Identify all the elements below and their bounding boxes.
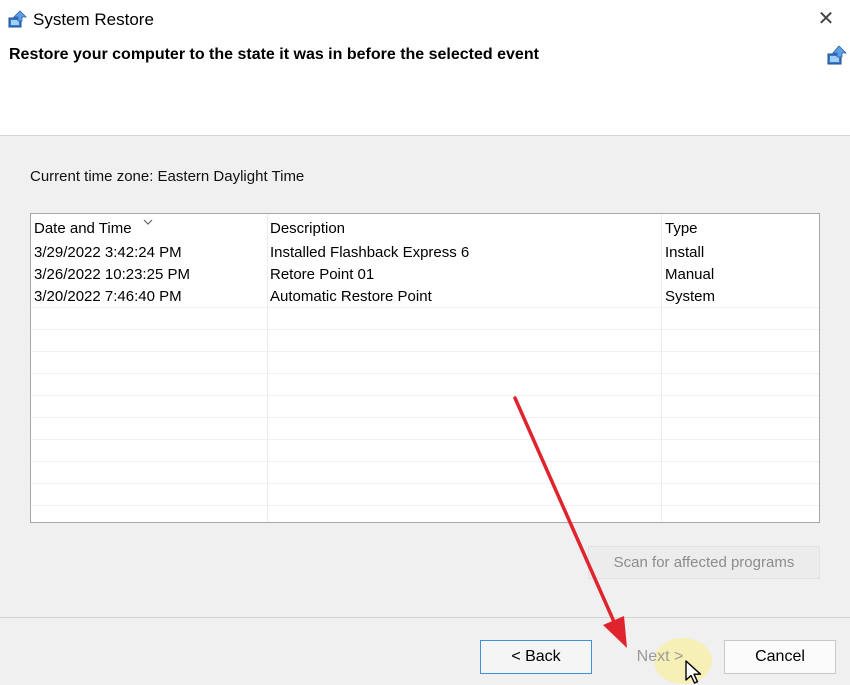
row-date: 3/20/2022 7:46:40 PM (34, 288, 182, 305)
row-date: 3/29/2022 3:42:24 PM (34, 244, 182, 261)
row-gridline (31, 439, 819, 440)
column-header-description[interactable]: Description (270, 220, 345, 237)
column-header-type[interactable]: Type (665, 220, 698, 237)
row-gridline (31, 373, 819, 374)
page-title: Restore your computer to the state it wa… (9, 46, 539, 63)
table-row[interactable]: 3/26/2022 10:23:25 PM Retore Point 01 Ma… (31, 263, 819, 285)
row-type: Install (665, 244, 705, 261)
window-title: System Restore (33, 10, 154, 29)
system-restore-icon (8, 10, 27, 28)
column-header-date[interactable]: Date and Time (34, 220, 132, 237)
mouse-pointer-icon (685, 660, 702, 684)
row-gridline (31, 461, 819, 462)
wizard-header: Restore your computer to the state it wa… (0, 40, 850, 136)
restore-points-list[interactable]: Date and Time Description Type 3/29/2022… (30, 213, 820, 523)
close-icon: ✕ (817, 8, 835, 30)
row-gridline (31, 395, 819, 396)
wizard-footer (0, 618, 850, 685)
title-bar: System Restore ✕ (0, 0, 850, 40)
cancel-button[interactable]: Cancel (724, 640, 836, 674)
row-gridline (31, 351, 819, 352)
system-restore-icon (827, 45, 847, 65)
row-date: 3/26/2022 10:23:25 PM (34, 266, 190, 283)
row-gridline (31, 417, 819, 418)
row-description: Retore Point 01 (270, 266, 375, 283)
row-gridline (31, 329, 819, 330)
row-gridline (31, 307, 819, 308)
row-gridline (31, 483, 819, 484)
close-button[interactable]: ✕ (808, 4, 844, 34)
timezone-label: Current time zone: Eastern Daylight Time (30, 168, 305, 185)
row-gridline (31, 505, 819, 506)
row-description: Automatic Restore Point (270, 288, 432, 305)
sort-down-chevron-icon (143, 219, 153, 225)
scan-affected-programs-button[interactable]: Scan for affected programs (588, 546, 820, 579)
row-description: Installed Flashback Express 6 (270, 244, 470, 261)
row-type: Manual (665, 266, 715, 283)
table-row[interactable]: 3/20/2022 7:46:40 PM Automatic Restore P… (31, 285, 819, 307)
back-button[interactable]: < Back (480, 640, 592, 674)
table-row[interactable]: 3/29/2022 3:42:24 PM Installed Flashback… (31, 241, 819, 263)
row-type: System (665, 288, 716, 305)
